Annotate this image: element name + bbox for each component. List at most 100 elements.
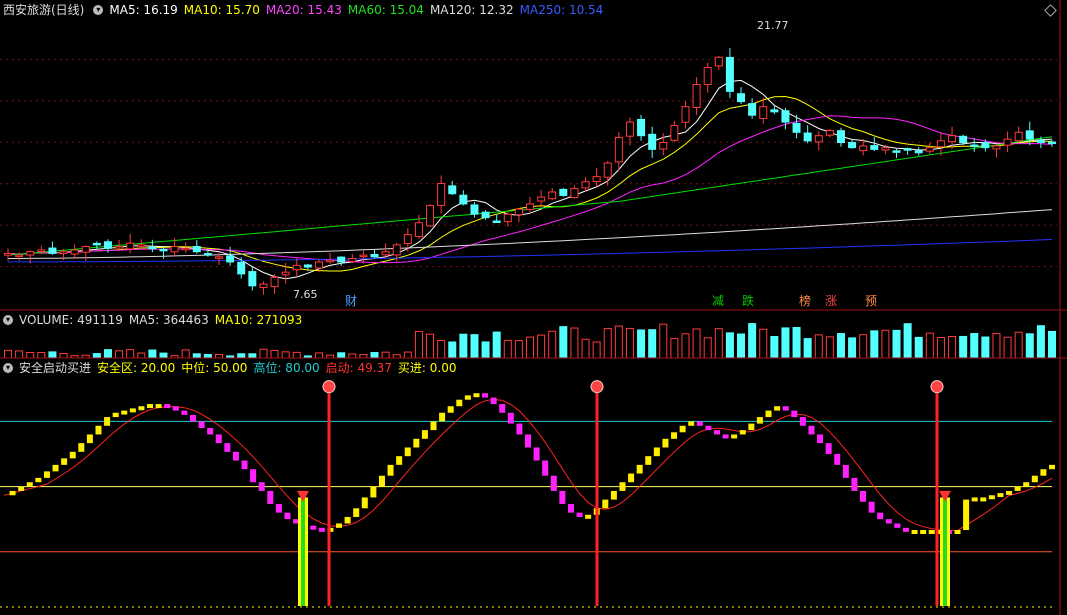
start-signal-marker: [590, 380, 604, 394]
oscillator-bar: [507, 412, 514, 424]
volume-bar: [26, 351, 35, 359]
candle-body: [625, 121, 634, 137]
oscillator-bar: [550, 475, 557, 491]
candle-body: [470, 204, 479, 215]
oscillator-bar: [713, 430, 720, 435]
oscillator-bar: [499, 404, 506, 413]
ma120-label: MA120: 12.32: [429, 3, 514, 17]
event-marker-forecast[interactable]: 预: [865, 294, 877, 308]
oscillator-bar: [559, 490, 566, 504]
volume-bar: [759, 328, 768, 359]
oscillator-bar: [980, 497, 987, 502]
candle-body: [270, 276, 279, 288]
chevron-down-icon[interactable]: ▾: [3, 363, 13, 373]
chevron-down-icon[interactable]: ▾: [3, 315, 13, 325]
stock-title: 西安旅游(日线): [3, 3, 85, 17]
volume-bar: [614, 325, 623, 359]
candle-body: [737, 93, 746, 103]
oscillator-bar: [473, 393, 480, 398]
candle-body: [48, 247, 57, 254]
volume-bar: [903, 323, 912, 359]
candle-body: [437, 182, 446, 206]
oscillator-bar: [267, 490, 274, 504]
oscillator-bar: [1014, 486, 1021, 491]
event-marker-rise[interactable]: 涨: [825, 294, 837, 308]
ma250-label: MA250: 10.54: [519, 3, 604, 17]
volume-panel-header: ▾ VOLUME: 491119 MA5: 364463 MA10: 27109…: [0, 311, 308, 329]
oscillator-bar: [756, 417, 763, 424]
volume-bar: [370, 352, 379, 359]
oscillator-bar: [250, 469, 257, 483]
oscillator-bar: [516, 423, 523, 435]
ma60-line: [7, 136, 1053, 256]
oscillator-bar: [576, 512, 583, 517]
candle-body: [603, 162, 612, 178]
volume-bar: [570, 327, 579, 359]
oscillator-bar: [61, 458, 68, 465]
candle-body: [126, 242, 135, 250]
candle-body: [748, 103, 757, 116]
volume-bar: [948, 335, 957, 359]
candle-body: [714, 56, 723, 67]
volume-bar: [592, 341, 601, 359]
oscillator-bar: [610, 490, 617, 500]
volume-bar: [859, 334, 868, 359]
volume-bar: [359, 354, 368, 359]
candle-body: [559, 188, 568, 196]
oscillator-bar: [181, 410, 188, 415]
volume-bar: [603, 328, 612, 359]
oscillator-bar: [413, 438, 420, 448]
volume-bar: [426, 333, 435, 359]
candle-body: [337, 256, 346, 263]
oscillator-bar: [232, 451, 239, 461]
volume-bar: [781, 327, 790, 359]
candle-body: [403, 234, 412, 245]
event-marker-list[interactable]: 榜: [799, 294, 811, 308]
oscillator-bar: [95, 425, 102, 435]
candle-body: [159, 248, 168, 252]
volume-bar: [637, 329, 646, 359]
event-marker-finance[interactable]: 财: [345, 294, 357, 308]
oscillator-bar: [275, 503, 282, 513]
candle-body: [1025, 130, 1034, 140]
oscillator-bar: [722, 434, 729, 439]
oscillator-bar: [533, 447, 540, 461]
candle-body: [936, 140, 945, 148]
oscillator-bar: [447, 406, 454, 413]
oscillator-bar: [902, 527, 909, 532]
volume-bar: [270, 349, 279, 359]
volume-bar: [892, 329, 901, 359]
volume-bar: [970, 333, 979, 359]
buy-signal-bar-core: [943, 497, 947, 606]
volume-bar: [526, 336, 534, 359]
candle-body: [692, 84, 701, 108]
volume-bar: [292, 351, 301, 359]
low-price-label: 7.65: [293, 288, 318, 301]
volume-bar: [825, 336, 834, 359]
volume-bar: [625, 327, 634, 359]
volume-bar: [503, 339, 512, 359]
candle-body: [948, 135, 957, 143]
oscillator-bar: [1049, 464, 1055, 470]
event-marker-reduce[interactable]: 减: [712, 294, 724, 308]
oscillator-bar: [207, 427, 214, 435]
candle-body: [103, 241, 112, 249]
volume-bar: [959, 335, 968, 359]
oscillator-bar: [954, 530, 961, 534]
volume-bar: [836, 333, 845, 359]
candle-body: [392, 244, 401, 256]
volume-bar: [925, 332, 934, 359]
chevron-down-icon[interactable]: ▾: [93, 5, 104, 15]
oscillator-bar: [817, 434, 824, 444]
candle-body: [292, 264, 301, 271]
volume-bar: [681, 333, 690, 359]
candle-body: [448, 185, 457, 195]
stock-chart-canvas[interactable]: [0, 0, 1067, 615]
volume-bar: [4, 349, 12, 359]
oscillator-bar: [679, 425, 686, 433]
volume-bar: [237, 353, 246, 359]
volume-bar: [103, 349, 112, 359]
oscillator-bar: [791, 410, 798, 418]
event-marker-fall[interactable]: 跌: [742, 294, 754, 308]
indicator-name: 安全启动买进: [19, 361, 92, 375]
